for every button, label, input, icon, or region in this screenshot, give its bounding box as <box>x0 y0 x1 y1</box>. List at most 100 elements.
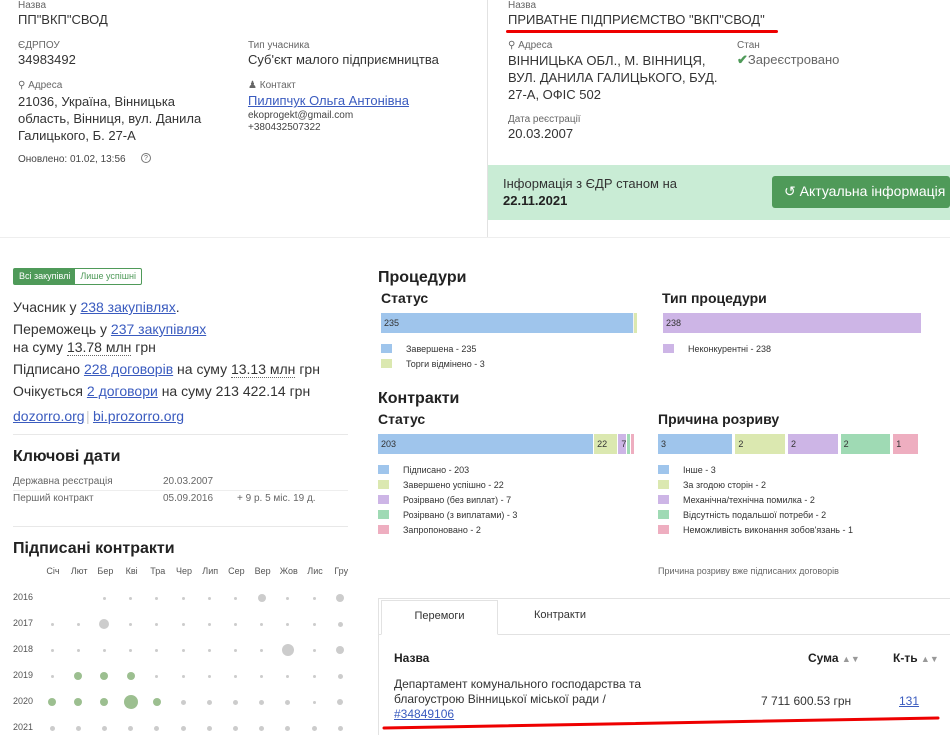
tab-contracts[interactable]: Контракти <box>534 609 586 621</box>
legend-item[interactable]: Торги відмінено - 3 <box>381 356 485 371</box>
contract-dot[interactable] <box>233 622 237 626</box>
contract-dot[interactable] <box>102 648 106 652</box>
contract-dot[interactable] <box>50 674 54 678</box>
contract-dot[interactable] <box>286 622 290 626</box>
contract-dot[interactable] <box>99 619 110 629</box>
contract-dot[interactable] <box>233 596 237 600</box>
contract-dot[interactable] <box>129 596 133 600</box>
contract-dot[interactable] <box>128 725 134 731</box>
dozorro-link[interactable]: dozorro.org <box>13 408 85 424</box>
contract-dot[interactable] <box>126 672 135 680</box>
bar-segment-1[interactable]: 235 <box>381 313 633 333</box>
contract-dot[interactable] <box>129 648 133 652</box>
contract-dot[interactable] <box>337 621 343 627</box>
bar-segment-2[interactable]: 2 <box>735 434 785 454</box>
participant-link[interactable]: 238 закупівлях <box>80 299 175 315</box>
contract-dot[interactable] <box>207 674 211 678</box>
bar-segment-3[interactable]: 2 <box>788 434 838 454</box>
contract-dot[interactable] <box>312 622 316 626</box>
contract-dot[interactable] <box>50 648 54 652</box>
contract-dot[interactable] <box>259 725 265 731</box>
contract-dot[interactable] <box>152 698 161 706</box>
contract-dot[interactable] <box>281 644 294 656</box>
contract-dot[interactable] <box>207 622 211 626</box>
contract-dot[interactable] <box>232 699 238 705</box>
contract-dot[interactable] <box>336 594 345 602</box>
filter-success[interactable]: Лише успішні <box>75 269 141 284</box>
contract-dot[interactable] <box>286 674 290 678</box>
contract-dot[interactable] <box>337 725 343 731</box>
contract-dot[interactable] <box>286 596 290 600</box>
expected-link[interactable]: 2 договори <box>87 383 158 399</box>
contract-dot[interactable] <box>233 674 237 678</box>
contract-dot[interactable] <box>49 725 55 731</box>
bar-segment-2[interactable] <box>634 313 637 333</box>
contact-name-link[interactable]: Пилипчук Ольга Антонівна <box>248 93 409 108</box>
contract-dot[interactable] <box>155 596 159 600</box>
contract-dot[interactable] <box>48 698 56 706</box>
bar-segment-3[interactable]: 7 <box>618 434 626 454</box>
bar-segment-1[interactable]: 238 <box>663 313 921 333</box>
contract-dot[interactable] <box>285 725 291 731</box>
legend-item[interactable]: Запропоновано - 2 <box>378 522 517 537</box>
bi-prozorro-link[interactable]: bi.prozorro.org <box>93 408 184 424</box>
contract-dot[interactable] <box>259 699 265 705</box>
contract-dot[interactable] <box>74 672 83 680</box>
bar-segment-1[interactable]: 203 <box>378 434 594 454</box>
contract-dot[interactable] <box>123 695 138 709</box>
legend-item[interactable]: Неконкурентні - 238 <box>663 341 771 356</box>
contract-dot[interactable] <box>207 596 211 600</box>
contract-dot[interactable] <box>312 700 316 704</box>
contract-dot[interactable] <box>180 699 186 705</box>
filter-all[interactable]: Всі закупівлі <box>14 269 76 284</box>
contract-dot[interactable] <box>129 622 133 626</box>
col-sum-header[interactable]: Сума ▲▼ <box>808 651 860 665</box>
contract-dot[interactable] <box>181 648 185 652</box>
contract-dot[interactable] <box>260 622 264 626</box>
contract-dot[interactable] <box>181 674 185 678</box>
contract-dot[interactable] <box>260 648 264 652</box>
bar-segment-4[interactable]: 2 <box>840 434 891 454</box>
contract-dot[interactable] <box>181 622 185 626</box>
contract-dot[interactable] <box>312 648 316 652</box>
help-icon[interactable]: ? <box>141 153 151 163</box>
legend-item[interactable]: За згодою сторін - 2 <box>658 477 853 492</box>
contract-dot[interactable] <box>336 646 345 654</box>
legend-item[interactable]: Відсутність подальшої потреби - 2 <box>658 507 853 522</box>
contract-dot[interactable] <box>233 648 237 652</box>
contract-dot[interactable] <box>337 673 343 679</box>
contract-dot[interactable] <box>101 725 107 731</box>
contract-dot[interactable] <box>75 725 81 731</box>
legend-item[interactable]: Підписано - 203 <box>378 462 517 477</box>
legend-item[interactable]: Розірвано (без виплат) - 7 <box>378 492 517 507</box>
legend-item[interactable]: Неможливість виконання зобов'язань - 1 <box>658 522 853 537</box>
signed-link[interactable]: 228 договорів <box>84 361 173 377</box>
contract-dot[interactable] <box>155 622 159 626</box>
contract-dot[interactable] <box>206 725 212 731</box>
contract-dot[interactable] <box>337 699 344 705</box>
legend-item[interactable]: Завершено успішно - 22 <box>378 477 517 492</box>
contract-dot[interactable] <box>180 725 186 731</box>
contract-dot[interactable] <box>232 725 238 731</box>
contract-dot[interactable] <box>155 674 159 678</box>
contract-dot[interactable] <box>100 672 109 680</box>
contract-dot[interactable] <box>311 725 317 731</box>
legend-item[interactable]: Завершена - 235 <box>381 341 485 356</box>
legend-item[interactable]: Інше - 3 <box>658 462 853 477</box>
contract-dot[interactable] <box>257 594 266 602</box>
contract-dot[interactable] <box>181 596 185 600</box>
contract-dot[interactable] <box>102 596 106 600</box>
contract-dot[interactable] <box>312 674 316 678</box>
contract-dot[interactable] <box>76 648 80 652</box>
bar-segment-5[interactable]: 1 <box>893 434 918 454</box>
contract-dot[interactable] <box>74 698 83 706</box>
legend-item[interactable]: Механічна/технічна помилка - 2 <box>658 492 853 507</box>
contract-dot[interactable] <box>155 648 159 652</box>
refresh-button[interactable]: ↺ Актуальна інформація <box>772 176 950 208</box>
contract-dot[interactable] <box>207 648 211 652</box>
legend-item[interactable]: Розірвано (з виплатами) - 3 <box>378 507 517 522</box>
contract-dot[interactable] <box>76 622 80 626</box>
winner-link[interactable]: 237 закупівлях <box>111 321 206 337</box>
bar-segment-1[interactable]: 3 <box>658 434 733 454</box>
table-row-count-link[interactable]: 131 <box>899 694 919 708</box>
